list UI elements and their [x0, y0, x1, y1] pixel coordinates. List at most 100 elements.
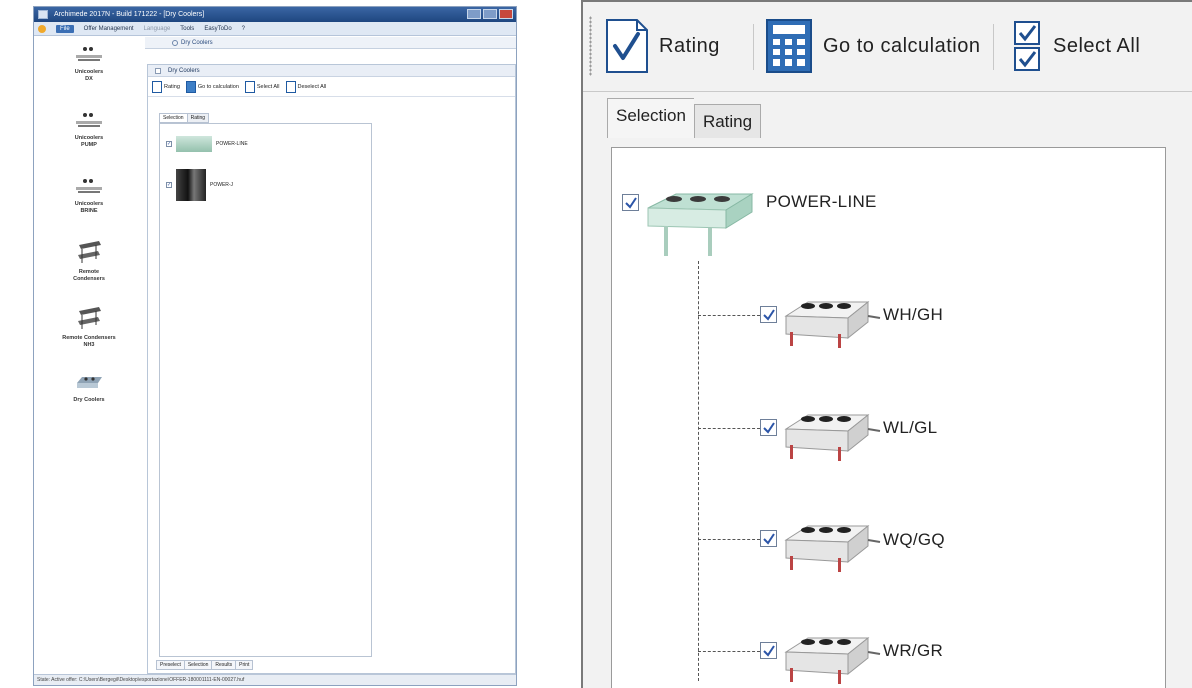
- rating-button-label: Rating: [659, 34, 720, 57]
- tree-node-label: WL/GL: [883, 418, 938, 437]
- document-tab[interactable]: Dry Coolers: [145, 37, 516, 49]
- tab-print[interactable]: Print: [235, 660, 254, 670]
- tree-checkbox[interactable]: [760, 419, 777, 436]
- tab-rating[interactable]: Rating: [693, 104, 762, 138]
- sidebar-item-remote-condensers[interactable]: Remote Condensers: [34, 237, 144, 283]
- toolbar-separator: [753, 24, 754, 70]
- tab-selection[interactable]: Selection: [607, 98, 694, 138]
- deselect-all-label: Deselect All: [297, 83, 327, 90]
- checkmark-icon: [606, 19, 648, 73]
- select-all-button[interactable]: Select All: [1011, 18, 1140, 74]
- tree-connector: [698, 315, 760, 316]
- menu-bar: File Offer Management Language Tools Eas…: [34, 22, 516, 36]
- zoom-toolbar: Rating Go to calculation Select All: [583, 2, 1192, 92]
- sidebar-label: Remote Condensers: [73, 269, 105, 282]
- dry-cooler-icon: [74, 373, 104, 393]
- menu-tools[interactable]: Tools: [180, 26, 194, 32]
- tree-node-label: WH/GH: [883, 305, 944, 324]
- sidebar-label: Dry Coolers: [73, 397, 105, 403]
- deselect-all-button[interactable]: Deselect All: [285, 80, 327, 93]
- tree-connector: [698, 428, 760, 429]
- window-controls: [467, 9, 513, 19]
- rating-button[interactable]: Rating: [605, 18, 720, 74]
- tree-checkbox[interactable]: [760, 642, 777, 659]
- maximize-button[interactable]: [483, 9, 497, 19]
- deselect-all-icon: [285, 80, 296, 93]
- unicooler-icon: [74, 111, 104, 131]
- panel-tabs: Selection Rating: [159, 113, 210, 123]
- product-tree: POWER-LINE WH/GH WL/GL WQ/GQ WR/GR: [611, 147, 1166, 688]
- tree-node-power-j[interactable]: ✓ POWER-J: [166, 169, 233, 201]
- tree-node-label: WQ/GQ: [883, 530, 945, 549]
- bottom-tabs: Preselect Selection Results Print: [156, 660, 254, 670]
- sidebar-label: Remote Condensers NH3: [62, 335, 116, 348]
- tree-node-power-line[interactable]: ✓ POWER-LINE: [166, 136, 248, 152]
- tab-rating[interactable]: Rating: [186, 113, 210, 123]
- condenser-icon: [74, 303, 104, 331]
- title-bar: Archimede 2017N - Build 171222 - [Dry Co…: [34, 7, 516, 22]
- menu-language[interactable]: Language: [144, 26, 171, 32]
- minimize-button[interactable]: [467, 9, 481, 19]
- product-tree: ✓ POWER-LINE ✓ POWER-J: [159, 123, 372, 657]
- close-button[interactable]: [499, 9, 513, 19]
- calculator-icon: [185, 80, 196, 93]
- product-sidebar: Unicoolers DX Unicoolers PUMP Unicoolers…: [34, 37, 144, 674]
- product-image: [176, 136, 212, 152]
- unicooler-icon: [74, 45, 104, 65]
- panel-title: Dry Coolers: [168, 68, 200, 74]
- sidebar-item-dry-coolers[interactable]: Dry Coolers: [34, 373, 144, 404]
- tree-connector: [698, 651, 760, 652]
- dry-coolers-panel: Dry Coolers Rating Go to calculation Sel…: [147, 64, 516, 674]
- unicooler-icon: [74, 177, 104, 197]
- tab-results[interactable]: Results: [211, 660, 237, 670]
- tree-node-label: POWER-LINE: [766, 192, 877, 211]
- go-to-calculation-button[interactable]: Go to calculation: [765, 18, 980, 74]
- tree-checkbox[interactable]: [622, 194, 639, 211]
- status-bar: State: Active offer: C:\Users\Bergegil\D…: [34, 674, 516, 685]
- tree-checkbox[interactable]: ✓: [166, 141, 172, 147]
- sidebar-label: Unicoolers DX: [74, 69, 104, 82]
- menu-help[interactable]: ?: [242, 26, 245, 32]
- document-tab-label: Dry Coolers: [181, 40, 213, 46]
- toolbar-grip[interactable]: [589, 16, 592, 76]
- tree-checkbox[interactable]: ✓: [166, 182, 172, 188]
- select-all-label: Select All: [1053, 34, 1141, 57]
- sidebar-label: Unicoolers BRINE: [74, 201, 104, 214]
- window-title: Archimede 2017N - Build 171222 - [Dry Co…: [54, 11, 205, 18]
- tab-selection[interactable]: Selection: [159, 113, 188, 123]
- document-icon: [172, 40, 178, 46]
- checkmark-icon: [152, 80, 162, 93]
- tree-checkbox[interactable]: [760, 530, 777, 547]
- tab-preselect[interactable]: Preselect: [156, 660, 185, 670]
- condenser-icon: [74, 237, 104, 265]
- menu-offer-management[interactable]: Offer Management: [84, 26, 134, 32]
- tree-connector: [698, 261, 699, 681]
- app-icon: [38, 10, 48, 19]
- unit-product-image: [784, 300, 881, 348]
- unit-product-image: [784, 636, 881, 684]
- tree-checkbox[interactable]: [760, 306, 777, 323]
- select-all-icon: [1014, 21, 1040, 71]
- menu-easytodo[interactable]: EasyToDo: [204, 26, 231, 32]
- sidebar-item-unicoolers-pump[interactable]: Unicoolers PUMP: [34, 111, 144, 149]
- tree-node-label: POWER-J: [210, 182, 234, 188]
- sidebar-item-remote-condensers-nh3[interactable]: Remote Condensers NH3: [34, 303, 144, 349]
- zoomed-detail: Rating Go to calculation Select All Sele…: [581, 0, 1192, 688]
- app-window: Archimede 2017N - Build 171222 - [Dry Co…: [33, 6, 517, 686]
- tree-node-label: POWER-LINE: [216, 141, 248, 147]
- select-all-icon: [244, 80, 255, 93]
- unit-product-image: [784, 524, 881, 572]
- rating-button[interactable]: Rating: [152, 80, 180, 93]
- menu-file[interactable]: File: [56, 24, 74, 33]
- sidebar-item-unicoolers-brine[interactable]: Unicoolers BRINE: [34, 177, 144, 215]
- go-to-calculation-button[interactable]: Go to calculation: [185, 80, 239, 93]
- go-to-calculation-label: Go to calculation: [197, 83, 239, 90]
- unit-product-image: [784, 413, 881, 461]
- select-all-button[interactable]: Select All: [244, 80, 280, 93]
- calculator-icon: [766, 19, 812, 73]
- sidebar-item-unicoolers-dx[interactable]: Unicoolers DX: [34, 45, 144, 83]
- power-line-product-image: [647, 193, 754, 256]
- tab-selection-bottom[interactable]: Selection: [183, 660, 213, 670]
- rating-button-label: Rating: [164, 83, 180, 90]
- toolbar-separator: [993, 24, 994, 70]
